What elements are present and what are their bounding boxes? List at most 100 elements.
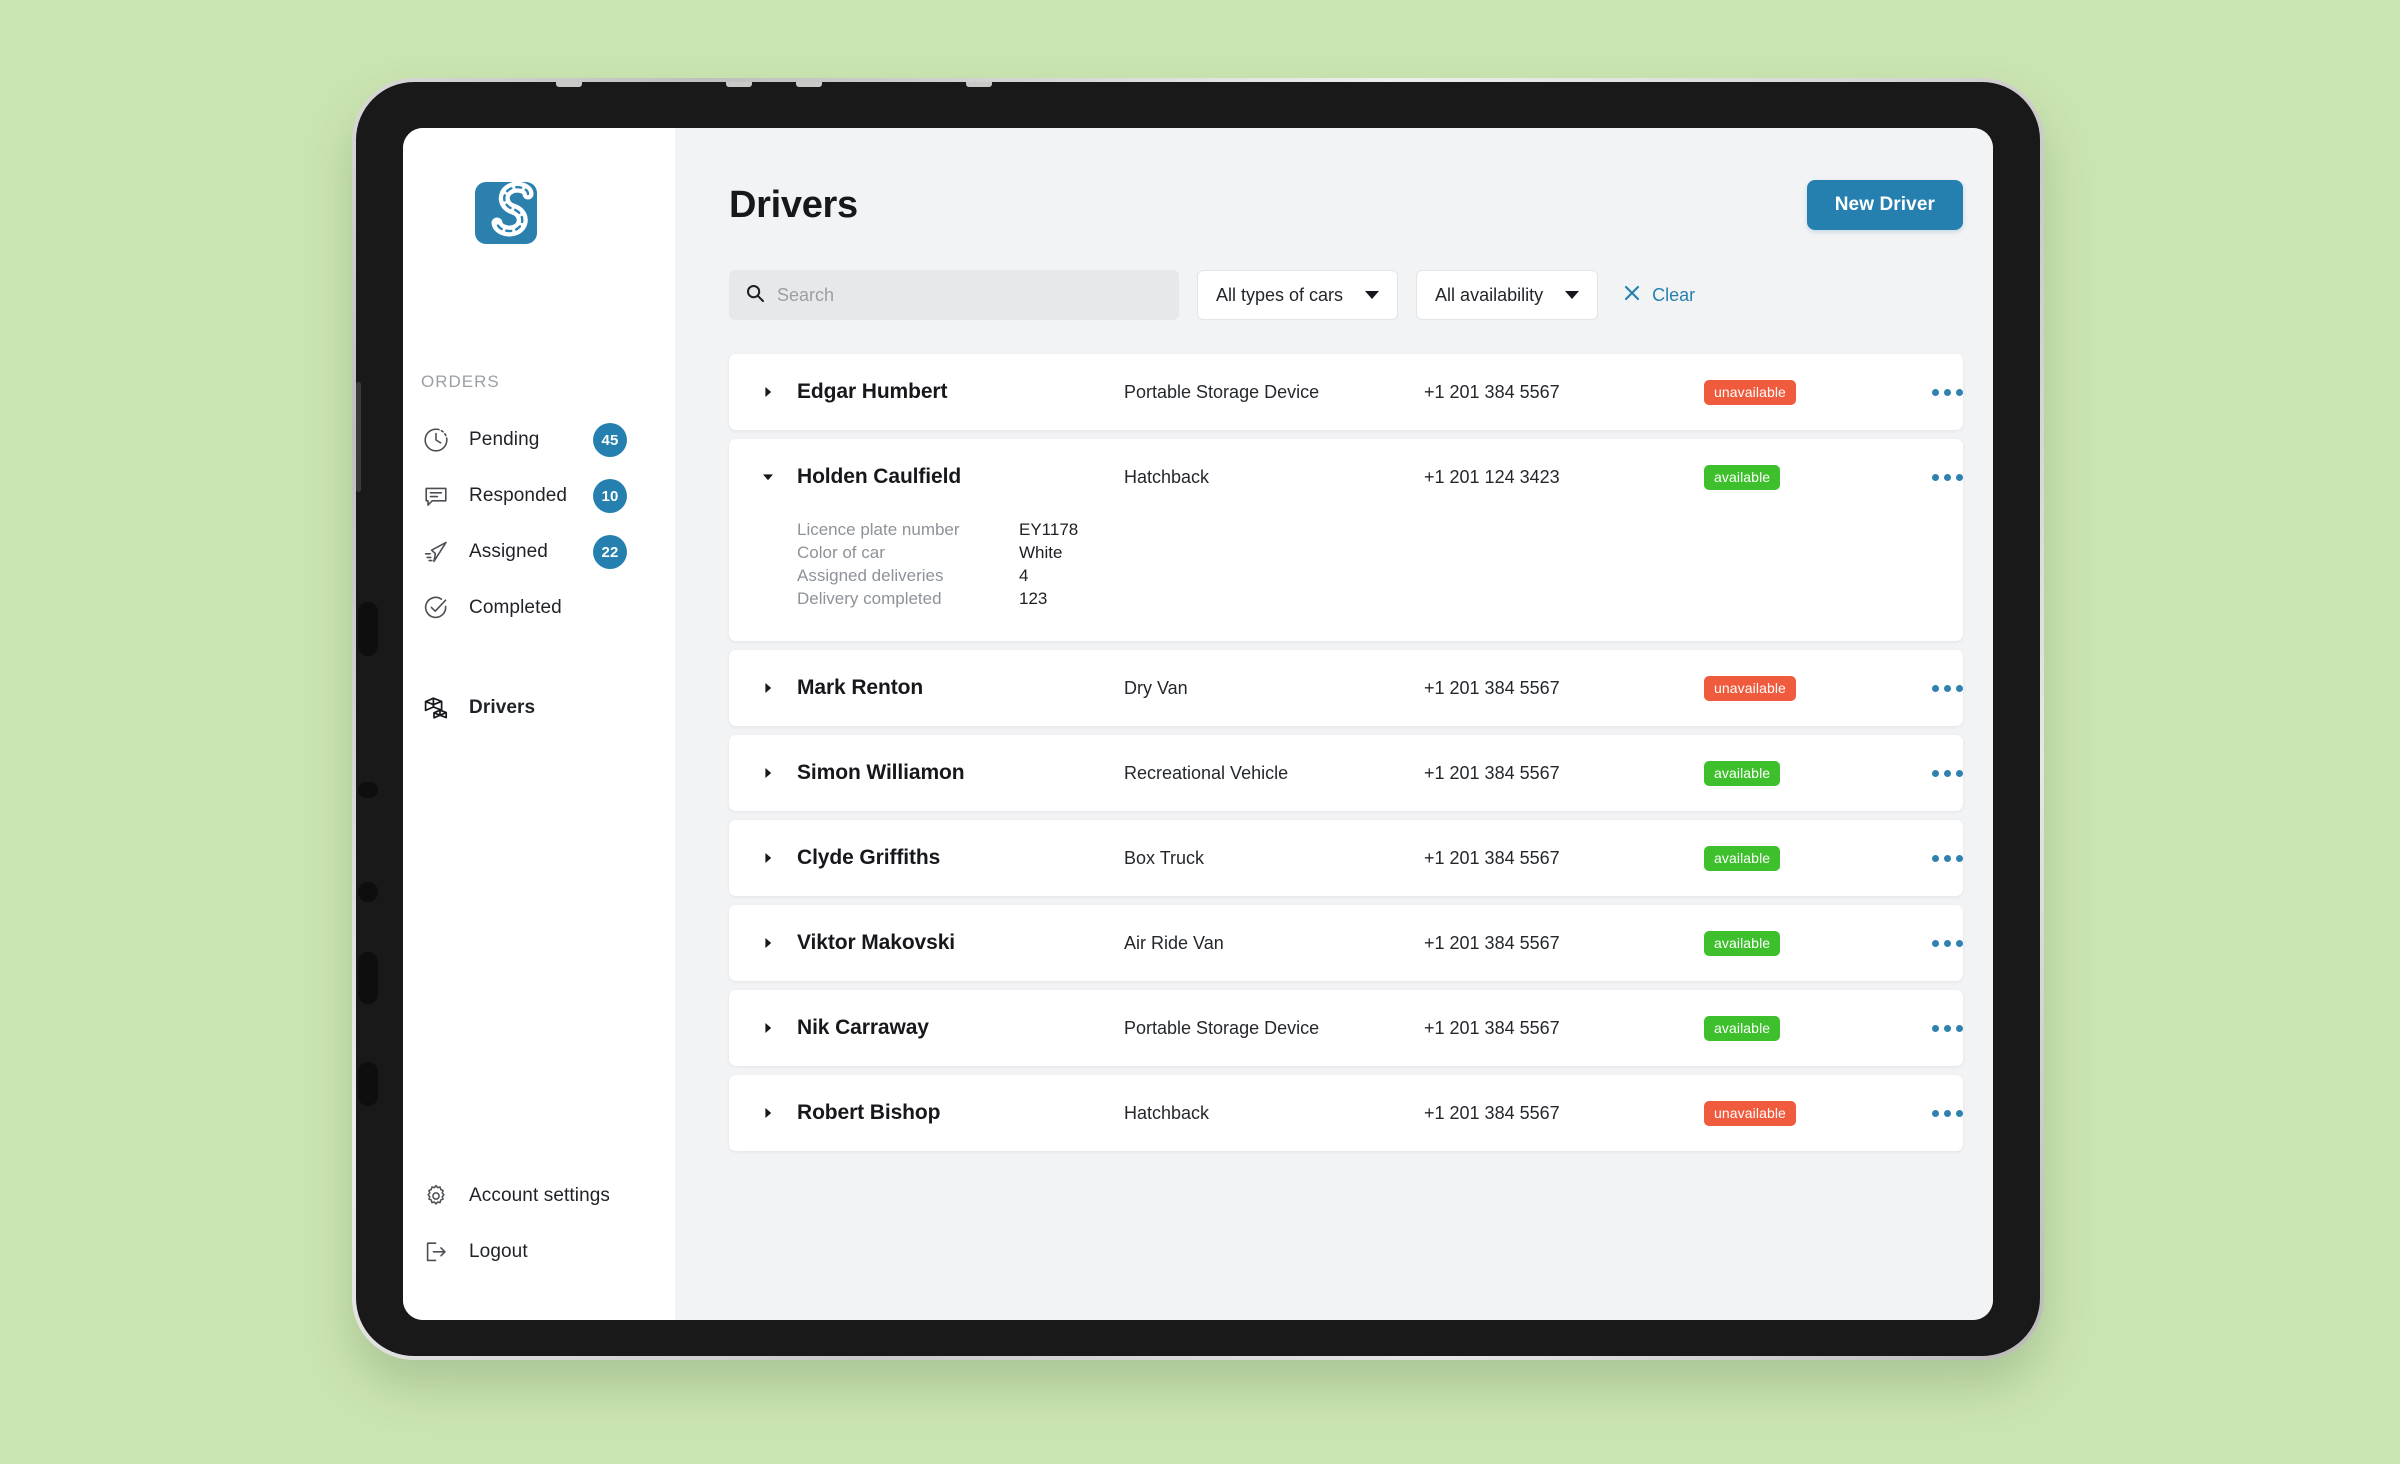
side-button xyxy=(358,602,378,656)
row-more-options-button[interactable] xyxy=(1928,1017,1967,1040)
sidebar-item-responded[interactable]: Responded 10 xyxy=(403,468,675,524)
car-type-filter-dropdown[interactable]: All types of cars xyxy=(1197,270,1399,320)
sidebar-item-logout[interactable]: Logout xyxy=(403,1224,675,1280)
search-box[interactable] xyxy=(729,270,1179,320)
sidebar-item-badge: 45 xyxy=(593,423,627,457)
availability-filter-value: All availability xyxy=(1435,284,1544,305)
table-row: Mark Renton Dry Van +1 201 384 5567 unavail… xyxy=(729,650,1963,726)
sidebar-item-assigned[interactable]: Assigned 22 xyxy=(403,524,675,580)
driver-phone: +1 201 384 5567 xyxy=(1424,1102,1560,1123)
check-circle-icon xyxy=(421,593,451,623)
clear-filters-label: Clear xyxy=(1652,284,1696,305)
chevron-down-icon xyxy=(1365,291,1380,299)
search-input[interactable] xyxy=(777,284,1163,306)
status-cell: available xyxy=(1704,1015,1914,1041)
detail-assigned: Assigned deliveries 4 xyxy=(797,565,1935,587)
sorted-logo[interactable] xyxy=(473,178,549,254)
paper-plane-icon xyxy=(421,537,451,567)
driver-row-summary[interactable]: Clyde Griffiths Box Truck +1 201 384 5567 a… xyxy=(757,820,1963,896)
driver-phone: +1 201 384 5567 xyxy=(1424,1017,1560,1038)
sidebar-item-drivers[interactable]: Drivers xyxy=(403,680,675,736)
status-cell: unavailable xyxy=(1704,379,1914,405)
sidebar-item-account-settings[interactable]: Account settings xyxy=(403,1168,675,1224)
clear-filters-button[interactable]: Clear xyxy=(1622,283,1695,308)
antenna-line xyxy=(726,82,752,87)
sidebar-item-label: Responded xyxy=(469,485,568,506)
chevron-right-icon[interactable] xyxy=(757,936,779,950)
driver-row-details: Licence plate number EY1178 Color of car Wh… xyxy=(757,515,1935,641)
status-badge: unavailable xyxy=(1704,379,1796,405)
gear-icon xyxy=(421,1181,451,1211)
driver-phone: +1 201 384 5567 xyxy=(1424,677,1560,698)
detail-color: Color of car White xyxy=(797,542,1935,564)
row-more-options-button[interactable] xyxy=(1928,381,1967,404)
driver-name: Viktor Makovski xyxy=(797,931,956,954)
chevron-down-icon xyxy=(1565,291,1580,299)
search-icon xyxy=(745,283,765,308)
table-row: Clyde Griffiths Box Truck +1 201 384 5567 a… xyxy=(729,820,1963,896)
detail-value: 123 xyxy=(1019,589,1048,608)
driver-row-summary[interactable]: Edgar Humbert Portable Storage Device +1 2… xyxy=(757,354,1963,430)
chevron-right-icon[interactable] xyxy=(757,766,779,780)
chevron-down-icon[interactable] xyxy=(757,470,779,484)
sidebar-item-completed[interactable]: Completed xyxy=(403,580,675,636)
driver-car-type: Dry Van xyxy=(1124,677,1188,698)
detail-value: 4 xyxy=(1019,566,1029,585)
table-row: Simon Williamon Recreational Vehicle +1 20… xyxy=(729,735,1963,811)
row-menu-cell xyxy=(1914,847,1967,870)
table-row: Nik Carraway Portable Storage Device +1 20… xyxy=(729,990,1963,1066)
status-badge: unavailable xyxy=(1704,675,1796,701)
chevron-right-icon[interactable] xyxy=(757,851,779,865)
status-cell: available xyxy=(1704,930,1914,956)
driver-name: Edgar Humbert xyxy=(797,380,948,403)
row-menu-cell xyxy=(1914,1102,1967,1125)
driver-car-type: Hatchback xyxy=(1124,466,1210,487)
chevron-right-icon[interactable] xyxy=(757,1106,779,1120)
page-title: Drivers xyxy=(729,183,858,226)
main-content: Drivers New Driver All types of cars All… xyxy=(675,128,1993,1320)
driver-row-summary[interactable]: Simon Williamon Recreational Vehicle +1 20… xyxy=(757,735,1963,811)
row-more-options-button[interactable] xyxy=(1928,677,1967,700)
row-menu-cell xyxy=(1914,932,1967,955)
status-cell: unavailable xyxy=(1704,1100,1914,1126)
availability-filter-dropdown[interactable]: All availability xyxy=(1416,270,1599,320)
row-menu-cell xyxy=(1914,381,1967,404)
driver-name: Holden Caulfield xyxy=(797,465,962,488)
status-cell: available xyxy=(1704,464,1914,490)
detail-completed: Delivery completed 123 xyxy=(797,588,1935,610)
row-menu-cell xyxy=(1914,1017,1967,1040)
status-badge: available xyxy=(1704,930,1781,956)
row-more-options-button[interactable] xyxy=(1928,466,1967,489)
driver-row-summary[interactable]: Nik Carraway Portable Storage Device +1 20… xyxy=(757,990,1963,1066)
new-driver-button[interactable]: New Driver xyxy=(1806,180,1963,230)
detail-value: White xyxy=(1019,543,1063,562)
boxes-icon xyxy=(421,693,451,723)
driver-row-summary[interactable]: Holden Caulfield Hatchback +1 201 124 3423… xyxy=(757,439,1963,515)
status-badge: available xyxy=(1704,1015,1781,1041)
driver-row-summary[interactable]: Viktor Makovski Air Ride Van +1 201 384 55… xyxy=(757,905,1963,981)
chevron-right-icon[interactable] xyxy=(757,1021,779,1035)
sidebar-item-badge: 22 xyxy=(593,535,627,569)
driver-row-summary[interactable]: Mark Renton Dry Van +1 201 384 5567 unavail… xyxy=(757,650,1963,726)
driver-name: Mark Renton xyxy=(797,676,924,699)
sidebar-item-label: Completed xyxy=(469,597,562,618)
driver-row-summary[interactable]: Robert Bishop Hatchback +1 201 384 5567 una… xyxy=(757,1075,1963,1151)
speech-bubble-icon xyxy=(421,481,451,511)
status-cell: available xyxy=(1704,845,1914,871)
sidebar-item-pending[interactable]: Pending 45 xyxy=(403,412,675,468)
table-row: Edgar Humbert Portable Storage Device +1 2… xyxy=(729,354,1963,430)
detail-label: Assigned deliveries xyxy=(797,566,944,585)
drivers-list: Edgar Humbert Portable Storage Device +1 2… xyxy=(729,354,1963,1151)
table-row: Viktor Makovski Air Ride Van +1 201 384 55… xyxy=(729,905,1963,981)
driver-car-type: Hatchback xyxy=(1124,1102,1210,1123)
row-more-options-button[interactable] xyxy=(1928,847,1967,870)
side-button xyxy=(358,782,378,798)
chevron-right-icon[interactable] xyxy=(757,385,779,399)
chevron-right-icon[interactable] xyxy=(757,681,779,695)
row-more-options-button[interactable] xyxy=(1928,762,1967,785)
row-more-options-button[interactable] xyxy=(1928,932,1967,955)
row-menu-cell xyxy=(1914,677,1967,700)
row-more-options-button[interactable] xyxy=(1928,1102,1967,1125)
sidebar-item-label: Account settings xyxy=(469,1185,611,1206)
